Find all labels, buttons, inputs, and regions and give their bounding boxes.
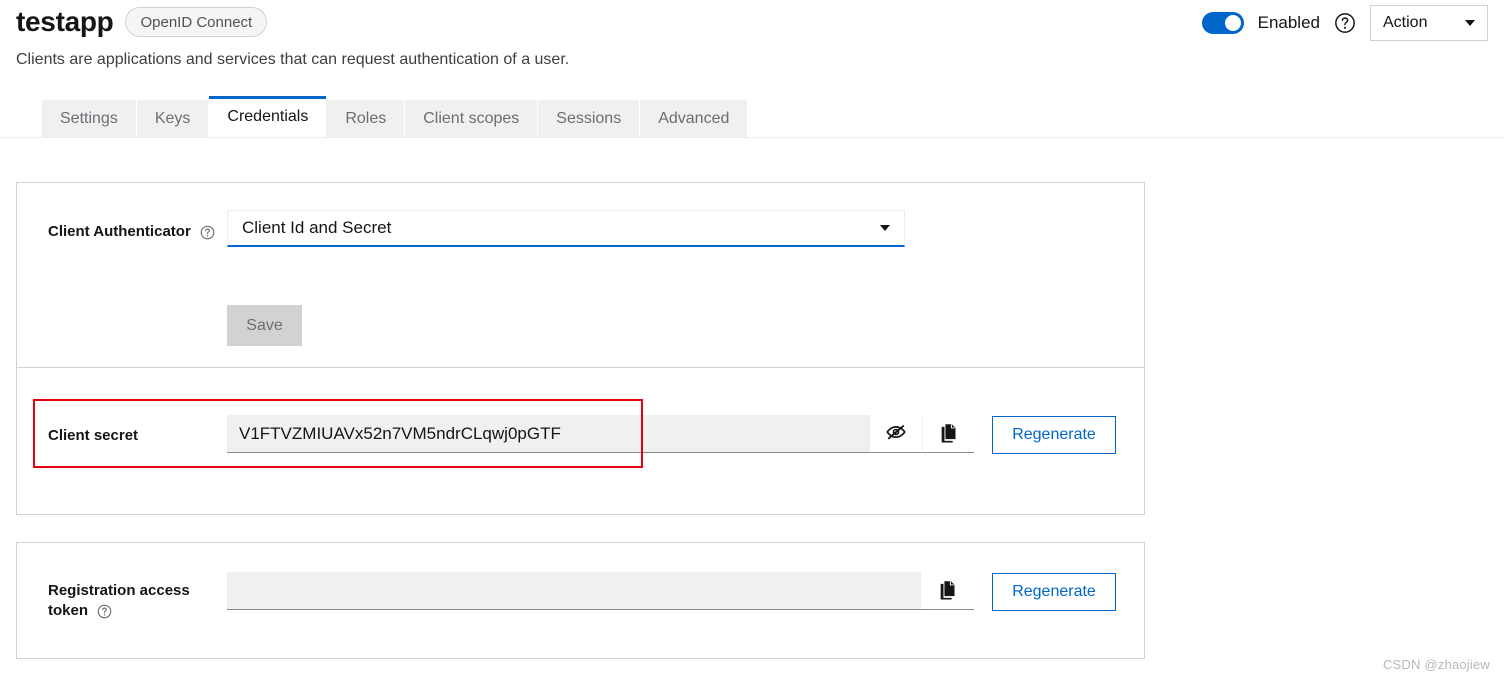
tab-credentials[interactable]: Credentials: [209, 96, 328, 138]
client-secret-input[interactable]: V1FTVZMIUAVx52n7VM5ndrCLqwj0pGTF: [227, 415, 669, 453]
tab-label: Client scopes: [423, 110, 520, 127]
copy-icon: [938, 422, 959, 446]
copy-icon: [937, 579, 958, 603]
tab-advanced[interactable]: Advanced: [640, 100, 749, 138]
caret-down-icon: [1465, 20, 1475, 26]
tab-bar-underline: [0, 137, 1504, 138]
client-authenticator-label: Client Authenticator: [48, 222, 238, 242]
client-authenticator-select[interactable]: Client Id and Secret: [227, 210, 905, 247]
tab-label: Sessions: [556, 110, 622, 127]
registration-access-token-label: Registration access token: [48, 581, 213, 621]
client-authenticator-label-text: Client Authenticator: [48, 223, 191, 240]
tab-settings[interactable]: Settings: [42, 100, 137, 138]
tab-client-scopes[interactable]: Client scopes: [405, 100, 539, 138]
help-circle-icon[interactable]: [200, 225, 215, 240]
action-dropdown-button[interactable]: Action: [1370, 5, 1488, 41]
enabled-toggle[interactable]: [1201, 12, 1244, 34]
registration-token-label-line2: token: [48, 602, 89, 619]
toggle-secret-visibility-button[interactable]: [870, 415, 922, 453]
regenerate-secret-label: Regenerate: [1012, 426, 1096, 443]
regenerate-registration-token-label: Regenerate: [1012, 583, 1096, 600]
registration-access-token-card: Registration access token Regenerate: [16, 542, 1145, 659]
registration-access-token-input[interactable]: [227, 572, 921, 610]
enabled-toggle-label: Enabled: [1257, 13, 1320, 32]
card-divider: [17, 367, 1144, 368]
save-button[interactable]: Save: [227, 305, 302, 346]
caret-down-icon: [880, 225, 890, 231]
keycloak-client-credentials-page: testapp OpenID Connect Clients are appli…: [0, 0, 1504, 680]
tab-label: Roles: [345, 110, 387, 127]
help-circle-icon[interactable]: [97, 604, 112, 619]
credentials-card: Client Authenticator Client Id and Secre…: [16, 182, 1145, 515]
tab-label: Advanced: [658, 110, 730, 127]
client-secret-value: V1FTVZMIUAVx52n7VM5ndrCLqwj0pGTF: [239, 423, 561, 443]
tab-label: Keys: [154, 110, 191, 127]
client-secret-label: Client secret: [48, 426, 138, 446]
header-controls: Enabled Action: [1201, 4, 1488, 42]
tab-keys[interactable]: Keys: [136, 100, 210, 138]
page-title: testapp: [16, 6, 114, 37]
registration-token-label-line1: Registration access: [48, 582, 190, 599]
tab-bar: Settings Keys Credentials Roles Client s…: [42, 96, 749, 138]
help-circle-icon[interactable]: [1334, 12, 1356, 34]
client-authenticator-value: Client Id and Secret: [242, 218, 392, 237]
toggle-knob: [1224, 15, 1241, 31]
tab-sessions[interactable]: Sessions: [538, 100, 641, 138]
watermark: CSDN @zhaojiew: [1382, 657, 1490, 672]
action-dropdown-label: Action: [1383, 14, 1428, 31]
regenerate-registration-token-button[interactable]: Regenerate: [992, 573, 1116, 611]
tab-label: Settings: [60, 110, 118, 127]
client-secret-input-filler: [669, 415, 870, 453]
copy-secret-button[interactable]: [922, 415, 974, 453]
tab-roles[interactable]: Roles: [327, 100, 406, 138]
page-subtitle: Clients are applications and services th…: [16, 51, 570, 68]
copy-registration-token-button[interactable]: [921, 572, 974, 610]
regenerate-secret-button[interactable]: Regenerate: [992, 416, 1116, 454]
tab-label: Credentials: [227, 108, 309, 125]
eye-slash-icon: [885, 421, 907, 446]
save-button-label: Save: [246, 316, 283, 334]
protocol-badge: OpenID Connect: [125, 7, 268, 37]
client-secret-label-text: Client secret: [48, 427, 139, 444]
